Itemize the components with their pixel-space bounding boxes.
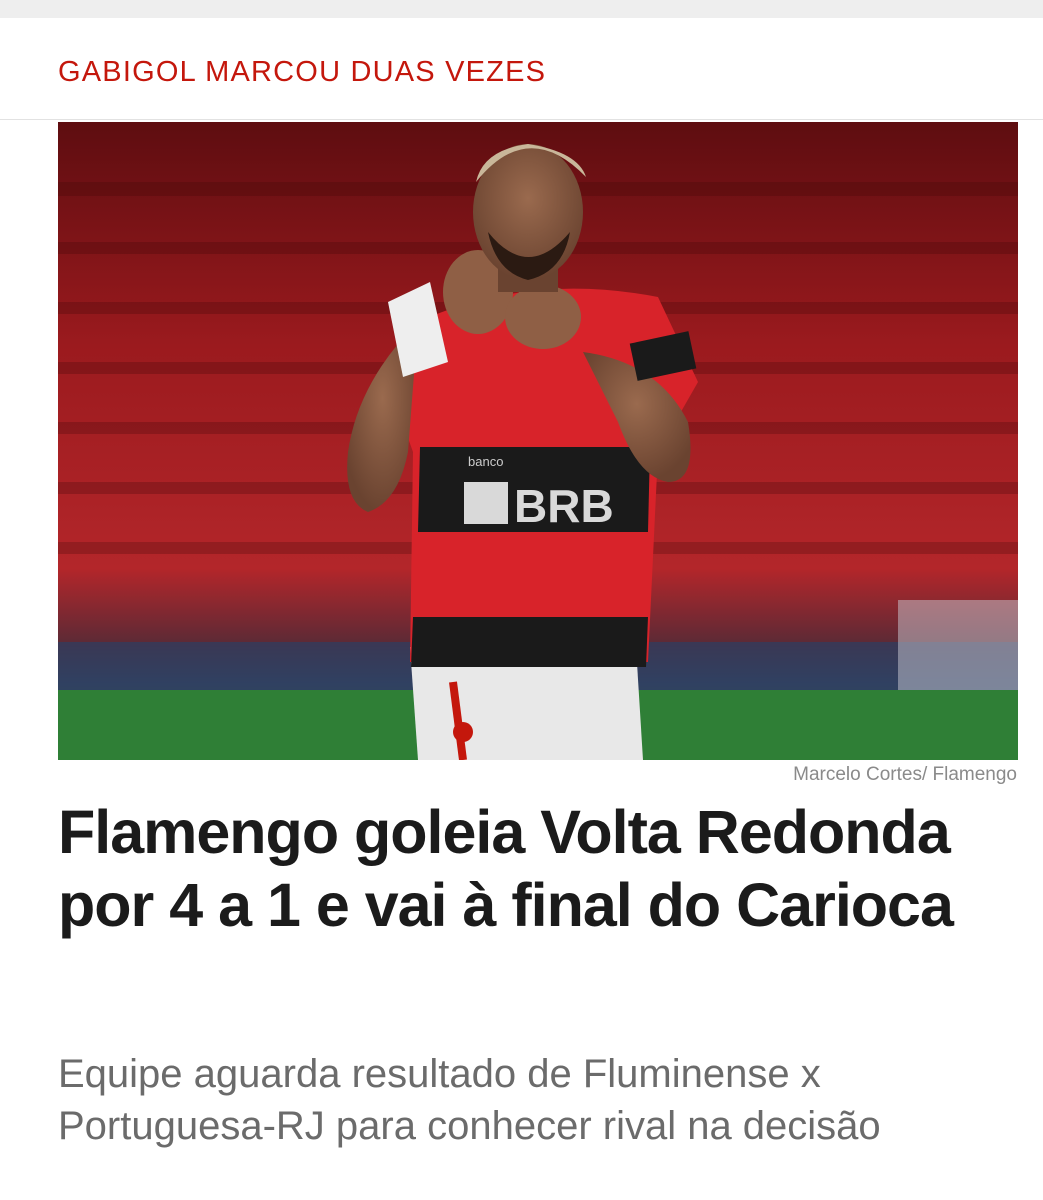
article-headline[interactable]: Flamengo goleia Volta Redonda por 4 a 1 …	[58, 796, 1018, 942]
top-bar	[0, 0, 1043, 18]
article-photo[interactable]: banco BRB	[58, 122, 1018, 760]
sponsor-small-label: banco	[468, 454, 503, 469]
article-subtitle: Equipe aguarda resultado de Fluminense x…	[58, 1052, 881, 1148]
sponsor-label: BRB	[514, 480, 614, 532]
kicker-section: GABIGOL MARCOU DUAS VEZES	[0, 18, 1043, 120]
photo-credit: Marcelo Cortes/ Flamengo	[793, 764, 1017, 785]
article-kicker[interactable]: GABIGOL MARCOU DUAS VEZES	[58, 56, 546, 89]
photo-illustration: banco BRB	[58, 122, 1018, 760]
